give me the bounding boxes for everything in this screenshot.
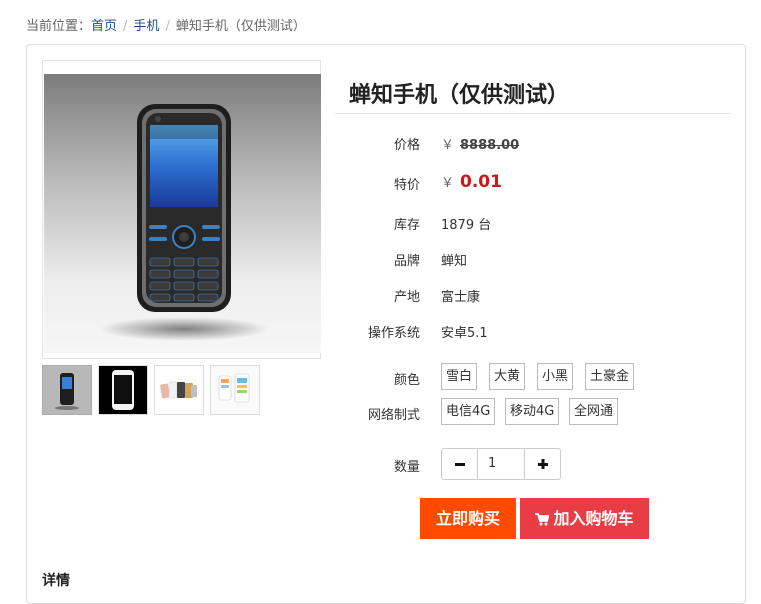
network-option-all-network[interactable]: 全网通	[569, 398, 619, 425]
breadcrumb: 当前位置：首页 / 手机 / 蝉知手机（仅供测试）	[26, 15, 306, 34]
breadcrumb-separator: /	[123, 19, 128, 34]
stock-label: 库存	[393, 218, 420, 233]
network-label: 网络制式	[367, 408, 420, 423]
color-option-black[interactable]: 小黑	[537, 363, 574, 390]
original-price-value: 8888.00	[460, 138, 520, 153]
origin-label: 产地	[393, 290, 420, 305]
color-option-gold[interactable]: 土豪金	[585, 363, 635, 390]
origin-value: 富士康	[441, 290, 481, 305]
breadcrumb-current: 蝉知手机（仅供测试）	[175, 19, 306, 34]
price-label: 价格	[393, 138, 420, 153]
original-price: ￥ 8888.00	[441, 134, 519, 153]
color-option-yellow[interactable]: 大黄	[489, 363, 526, 390]
add-to-cart-button[interactable]: 加入购物车	[520, 498, 649, 539]
plus-icon	[537, 459, 548, 469]
breadcrumb-home-link[interactable]: 首页	[91, 19, 117, 34]
product-main-image[interactable]	[42, 60, 321, 359]
minus-icon	[454, 463, 465, 466]
sale-currency: ￥	[441, 176, 455, 191]
thumbnail-3[interactable]	[154, 365, 204, 415]
thumbnail-screens-icon	[211, 366, 259, 414]
quantity-stepper: 1	[441, 448, 561, 480]
phone-illustration	[99, 104, 269, 341]
detail-heading: 详情	[42, 573, 70, 589]
thumbnail-strip	[42, 365, 260, 415]
brand-label: 品牌	[393, 254, 420, 269]
thumbnail-phones-group-icon	[155, 366, 203, 414]
thumbnail-phone-white-icon	[99, 366, 147, 414]
stock-value: 1879 台	[441, 218, 492, 233]
network-option-telecom-4g[interactable]: 电信4G	[441, 398, 496, 425]
sale-price-label: 特价	[393, 178, 420, 193]
product-title: 蝉知手机（仅供测试）	[349, 83, 570, 108]
breadcrumb-category-link[interactable]: 手机	[133, 19, 159, 34]
sale-price: ￥ 0.01	[441, 172, 502, 192]
color-option-white[interactable]: 雪白	[441, 363, 478, 390]
quantity-label: 数量	[393, 460, 420, 475]
price-currency: ￥	[441, 138, 455, 153]
os-label: 操作系统	[367, 326, 420, 341]
thumbnail-4[interactable]	[210, 365, 260, 415]
quantity-increase-button[interactable]	[524, 449, 560, 479]
thumbnail-phone-dark-icon	[43, 366, 91, 414]
breadcrumb-separator: /	[165, 19, 170, 34]
quantity-decrease-button[interactable]	[442, 449, 478, 479]
quantity-input[interactable]: 1	[478, 449, 524, 479]
os-value: 安卓5.1	[441, 326, 488, 341]
shopping-cart-icon	[535, 513, 550, 526]
title-divider	[335, 113, 731, 114]
thumbnail-1[interactable]	[42, 365, 92, 415]
brand-value: 蝉知	[441, 254, 468, 269]
color-label: 颜色	[393, 373, 420, 388]
buy-now-button[interactable]: 立即购买	[420, 498, 516, 539]
sale-price-value: 0.01	[460, 172, 502, 192]
add-to-cart-label: 加入购物车	[553, 509, 634, 528]
thumbnail-2[interactable]	[98, 365, 148, 415]
breadcrumb-prefix: 当前位置：	[26, 19, 92, 34]
network-option-mobile-4g[interactable]: 移动4G	[505, 398, 560, 425]
